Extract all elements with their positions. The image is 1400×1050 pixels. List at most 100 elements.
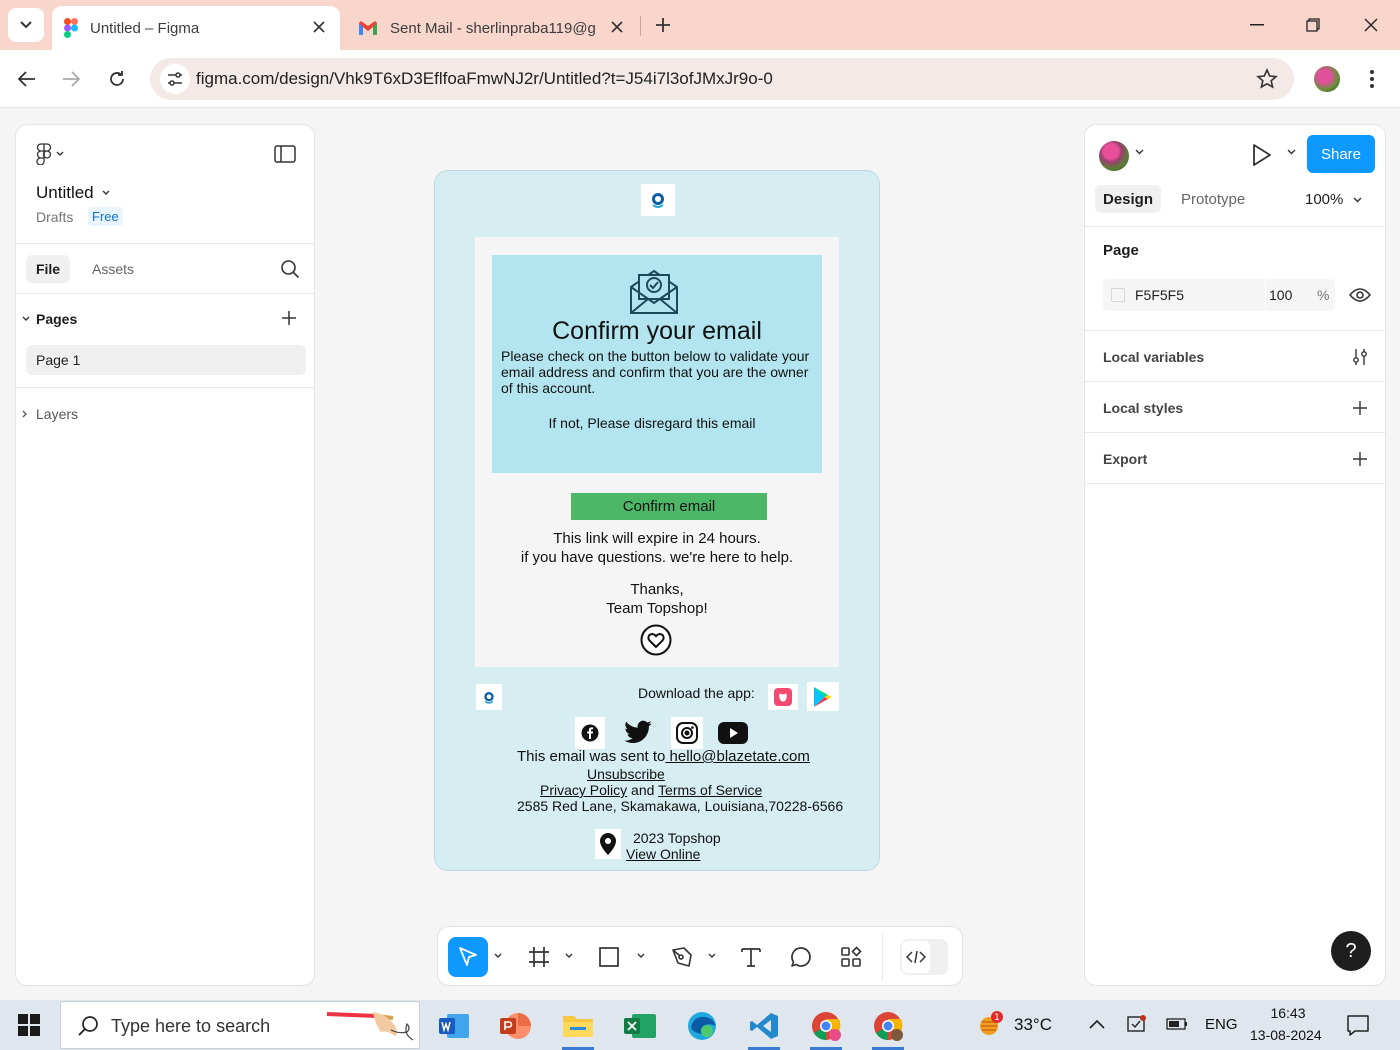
dev-mode-toggle[interactable] — [900, 939, 948, 975]
tab-gmail[interactable]: Sent Mail - sherlinpraba119@gmail.com — [352, 6, 638, 50]
present-play-icon[interactable] — [1251, 143, 1273, 167]
plan-badge[interactable]: Free — [88, 207, 123, 226]
privacy-policy-link[interactable]: Privacy Policy — [540, 782, 627, 798]
restore-button[interactable] — [1298, 10, 1328, 40]
file-location[interactable]: Drafts — [36, 209, 73, 225]
confirm-email-button[interactable]: Confirm email — [571, 493, 767, 520]
help-button[interactable]: ? — [1331, 931, 1371, 971]
email-frame[interactable]: Confirm your email Please check on the b… — [434, 170, 880, 871]
actions-tool[interactable] — [836, 937, 866, 977]
local-styles-label[interactable]: Local styles — [1103, 400, 1183, 416]
local-variables-label[interactable]: Local variables — [1103, 349, 1204, 365]
chevron-down-icon[interactable] — [637, 953, 645, 959]
opacity-value[interactable]: 100 — [1269, 287, 1292, 303]
variables-settings-icon[interactable] — [1351, 348, 1369, 366]
divider — [1085, 330, 1385, 331]
taskbar-file-explorer[interactable] — [558, 1006, 598, 1050]
taskbar-chrome[interactable] — [868, 1006, 908, 1050]
text-tool[interactable] — [736, 937, 766, 977]
taskbar-chrome-profile[interactable] — [806, 1006, 846, 1050]
new-tab-button[interactable] — [650, 12, 676, 38]
tab-assets[interactable]: Assets — [92, 261, 134, 277]
chevron-down-icon[interactable] — [708, 953, 716, 959]
chevron-down-icon[interactable] — [565, 953, 573, 959]
team-line: Team Topshop! — [606, 600, 708, 617]
instagram-link[interactable] — [671, 717, 703, 749]
search-icon — [78, 1016, 98, 1036]
youtube-link[interactable] — [717, 717, 749, 749]
taskbar-excel[interactable] — [620, 1006, 660, 1046]
back-button[interactable] — [12, 64, 42, 94]
weather-temperature[interactable]: 33°C — [1014, 1015, 1052, 1035]
language-indicator[interactable]: ENG — [1205, 1016, 1238, 1033]
forward-button[interactable] — [56, 64, 86, 94]
tray-app-button[interactable] — [1126, 1013, 1148, 1035]
page-color-field[interactable]: F5F5F5 100 % — [1103, 279, 1335, 311]
reload-button[interactable] — [102, 64, 132, 94]
rectangle-tool[interactable] — [594, 937, 624, 977]
tab-file[interactable]: File — [26, 255, 70, 283]
export-label[interactable]: Export — [1103, 451, 1147, 467]
chevron-down-icon[interactable] — [494, 953, 502, 959]
eye-icon[interactable] — [1349, 287, 1371, 303]
search-icon[interactable] — [280, 259, 300, 279]
google-play-button[interactable] — [807, 682, 839, 711]
facebook-link[interactable] — [575, 717, 605, 749]
color-hex-value[interactable]: F5F5F5 — [1135, 287, 1184, 303]
weather-badge: 1 — [994, 1013, 1000, 1023]
battery-button[interactable] — [1166, 1013, 1188, 1035]
unsubscribe-link[interactable]: Unsubscribe — [587, 766, 665, 782]
clock-date[interactable]: 13-08-2024 — [1250, 1027, 1322, 1043]
close-icon[interactable] — [608, 18, 626, 36]
browser-menu-button[interactable] — [1362, 66, 1382, 92]
tab-prototype[interactable]: Prototype — [1181, 191, 1245, 208]
zoom-dropdown[interactable]: 100% — [1305, 191, 1362, 208]
windows-start-icon[interactable] — [18, 1014, 40, 1036]
tab-search-button[interactable] — [8, 8, 44, 42]
close-icon[interactable] — [310, 18, 328, 36]
taskbar-powerpoint[interactable] — [496, 1006, 536, 1046]
site-info-button[interactable] — [160, 64, 190, 94]
taskbar-search[interactable]: Type here to search — [60, 1001, 420, 1049]
design-toolbar — [437, 926, 963, 986]
terms-link[interactable]: Terms of Service — [658, 782, 762, 798]
view-online-link[interactable]: View Online — [626, 846, 700, 862]
file-title[interactable]: Untitled — [36, 183, 110, 203]
add-page-icon[interactable] — [280, 309, 298, 327]
tab-design[interactable]: Design — [1095, 185, 1161, 213]
page-item[interactable]: Page 1 — [26, 345, 306, 375]
plus-icon[interactable] — [1351, 399, 1369, 417]
minimize-button[interactable] — [1242, 10, 1272, 40]
notification-icon[interactable] — [1346, 1013, 1370, 1037]
layers-section-toggle[interactable]: Layers — [22, 406, 78, 422]
chevron-down-icon[interactable] — [1287, 149, 1296, 155]
color-swatch[interactable] — [1111, 288, 1125, 302]
user-avatar[interactable] — [1099, 141, 1129, 171]
star-icon[interactable] — [1256, 68, 1278, 90]
taskbar-edge[interactable] — [682, 1006, 722, 1046]
taskbar-vscode[interactable] — [744, 1006, 784, 1050]
recipient-email-link[interactable]: hello@blazetate.com — [665, 748, 810, 765]
sidebar-toggle-icon[interactable] — [274, 145, 296, 163]
browser-profile-avatar[interactable] — [1314, 66, 1340, 92]
plus-icon[interactable] — [1351, 450, 1369, 468]
code-icon — [906, 950, 926, 964]
chevron-down-icon[interactable] — [1135, 149, 1144, 155]
move-tool[interactable] — [448, 937, 488, 977]
frame-tool[interactable] — [524, 937, 554, 977]
pages-section-toggle[interactable]: Pages — [22, 311, 77, 327]
comment-tool[interactable] — [786, 937, 816, 977]
twitter-link[interactable] — [621, 717, 655, 749]
weather-icon[interactable]: 1 — [976, 1010, 1004, 1038]
app-store-button[interactable] — [768, 684, 798, 710]
close-window-button[interactable] — [1356, 10, 1386, 40]
sent-to-prefix: This email was sent to — [517, 748, 666, 765]
hidden-icons-button[interactable] — [1086, 1013, 1108, 1035]
main-menu-button[interactable] — [36, 143, 64, 165]
address-bar[interactable]: figma.com/design/Vhk9T6xD3EflfoaFmwNJ2r/… — [150, 58, 1294, 100]
pen-tool[interactable] — [666, 937, 698, 977]
taskbar-word[interactable] — [434, 1006, 474, 1046]
clock-time[interactable]: 16:43 — [1270, 1005, 1306, 1021]
tab-figma[interactable]: Untitled – Figma — [52, 6, 340, 50]
share-button[interactable]: Share — [1307, 135, 1375, 173]
